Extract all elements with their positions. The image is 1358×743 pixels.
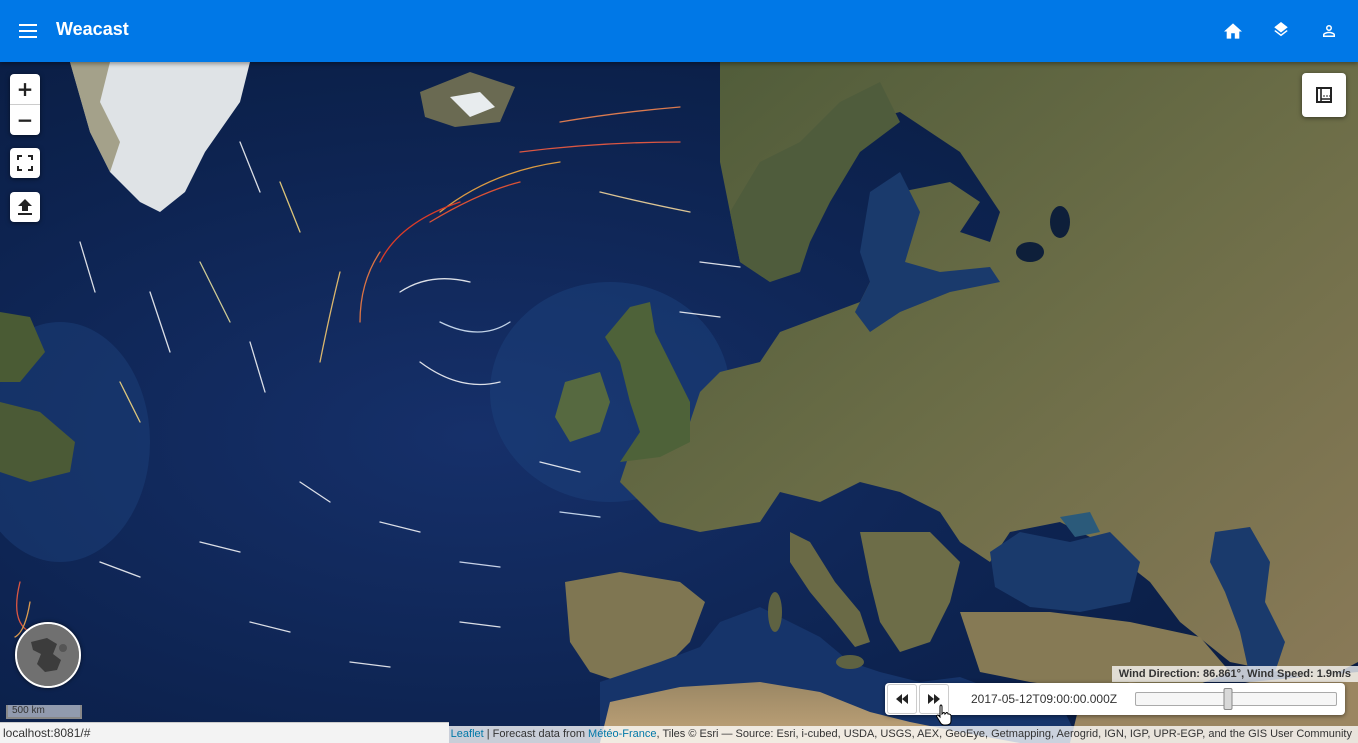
globe-minimap-icon: [17, 624, 79, 686]
zoom-in-button[interactable]: +: [10, 74, 40, 105]
app-bar: Weacast: [0, 0, 1358, 62]
time-slider-handle[interactable]: [1223, 688, 1233, 710]
fast-forward-icon: [928, 694, 940, 704]
minimap[interactable]: [15, 622, 81, 688]
menu-button[interactable]: [12, 15, 44, 47]
app-title: Weacast: [56, 19, 129, 39]
account-button[interactable]: [1312, 14, 1346, 48]
time-control: 2017-05-12T09:00:00.000Z: [885, 683, 1345, 715]
map-attribution: Leaflet | Forecast data from Météo-Franc…: [444, 726, 1358, 743]
home-icon: [1224, 23, 1242, 39]
layers-icon: [1274, 22, 1288, 37]
tiles-attribution: , Tiles © Esri — Source: Esri, i-cubed, …: [656, 728, 1352, 740]
rewind-icon: [896, 694, 908, 704]
zoom-out-button[interactable]: −: [10, 105, 40, 135]
layers-button[interactable]: [1264, 14, 1298, 48]
menu-icon: [19, 24, 37, 38]
time-slider[interactable]: [1135, 688, 1337, 710]
scale-bar: 500 km: [6, 705, 82, 719]
forecast-prefix: | Forecast data from: [483, 728, 589, 740]
map-view[interactable]: + − 500 km: [0, 62, 1358, 743]
header-actions: [1216, 14, 1346, 48]
fullscreen-button[interactable]: [10, 148, 40, 178]
wind-info-readout: Wind Direction: 86.861°, Wind Speed: 1.9…: [1111, 666, 1358, 682]
zoom-control: + −: [10, 74, 40, 135]
fullscreen-icon: [17, 155, 33, 171]
hand-cursor-icon: [936, 704, 952, 726]
legend-icon: [1316, 87, 1332, 103]
current-datetime: 2017-05-12T09:00:00.000Z: [971, 692, 1118, 706]
account-icon: [1323, 25, 1335, 37]
legend-button[interactable]: [1302, 73, 1346, 117]
upload-button[interactable]: [10, 192, 40, 222]
browser-status-bar: localhost:8081/#: [0, 722, 449, 743]
leaflet-link[interactable]: Leaflet: [451, 728, 484, 740]
step-back-button[interactable]: [887, 684, 917, 714]
meteo-france-link[interactable]: Météo-France: [588, 728, 656, 740]
satellite-basemap: [0, 62, 1358, 743]
upload-icon: [18, 199, 32, 215]
home-button[interactable]: [1216, 14, 1250, 48]
